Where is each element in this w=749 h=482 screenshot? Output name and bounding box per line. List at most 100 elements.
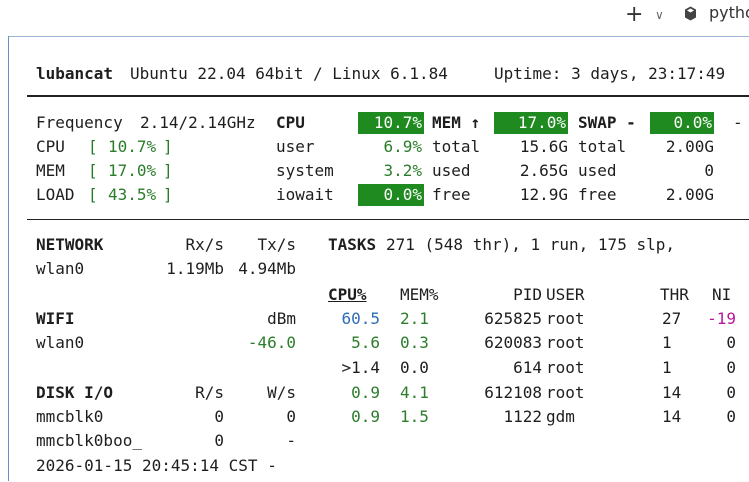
proc-pid: 612108	[484, 383, 542, 402]
ql-load-label: LOAD	[36, 185, 75, 204]
new-tab-button[interactable]: +	[625, 3, 643, 27]
mem-title: MEM ↑	[432, 113, 481, 132]
separator	[27, 95, 749, 97]
proc-ni: 0	[726, 407, 736, 426]
mem-used: 2.65G	[519, 161, 568, 180]
ql-mem-rbracket: ]	[163, 161, 173, 180]
swap-free-label: free	[578, 185, 617, 204]
swap-title: SWAP -	[578, 113, 636, 132]
ql-cpu-rbracket: ]	[163, 137, 173, 156]
ql-cpu-label: CPU	[36, 137, 65, 156]
tasks-summary: 271 (548 thr), 1 run, 175 slp,	[386, 235, 675, 254]
disk-read: 0	[214, 407, 224, 426]
col-header-mem[interactable]: MEM%	[400, 284, 439, 306]
swap-percent: 0.0%	[650, 112, 714, 134]
ql-load-rbracket: ]	[163, 185, 173, 204]
ql-mem-value: 17.0%	[108, 161, 157, 180]
proc-user: gdm	[546, 407, 575, 426]
mem-used-label: used	[432, 161, 471, 180]
python-icon	[685, 6, 696, 21]
swap-free: 2.00G	[665, 185, 714, 204]
col-header-ni[interactable]: NI	[712, 284, 731, 306]
cpu-user-label: user	[276, 137, 315, 156]
proc-mem: 0.0	[400, 358, 429, 377]
col-header-cpu[interactable]: CPU%	[328, 284, 367, 306]
swap-total: 2.00G	[665, 137, 714, 156]
disk-read: 0	[214, 431, 224, 450]
proc-thr: 14	[662, 383, 682, 402]
ql-mem-label: MEM	[36, 161, 65, 180]
mem-free-label: free	[432, 185, 471, 204]
wifi-signal: -46.0	[247, 333, 296, 352]
mem-total: 15.6G	[519, 137, 568, 156]
freq-label: Frequency	[36, 113, 123, 132]
ql-load-value: 43.5%	[108, 185, 157, 204]
col-header-user[interactable]: USER	[546, 284, 585, 306]
proc-thr: 14	[662, 407, 682, 426]
col-header-thr[interactable]: THR	[660, 284, 689, 306]
tab-dropdown-button[interactable]: ∨	[655, 8, 664, 22]
proc-thr: 27	[662, 309, 682, 328]
proc-pid: 1122	[503, 407, 542, 426]
proc-cpu: 60.5	[341, 309, 380, 328]
tab-bar: + ∨ pytho	[0, 0, 749, 36]
mem-total-label: total	[432, 137, 481, 156]
proc-user: root	[546, 333, 585, 352]
disk-name: mmcblk0	[36, 407, 104, 426]
ql-cpu-lbracket: [	[88, 137, 98, 156]
disk-r-header: R/s	[195, 383, 224, 402]
wifi-title: WIFI	[36, 309, 75, 328]
proc-user: root	[546, 309, 585, 328]
swap-used-label: used	[578, 161, 617, 180]
freq-value: 2.14/2.14GHz	[140, 113, 256, 132]
os-info: Ubuntu 22.04 64bit / Linux 6.1.84	[130, 64, 448, 83]
tasks-title: TASKS	[328, 235, 377, 254]
proc-ni: -19	[707, 309, 736, 328]
proc-cpu: 0.9	[351, 407, 380, 426]
swap-trailing: -	[733, 113, 743, 132]
proc-ni: 0	[726, 383, 736, 402]
proc-thr: 1	[662, 358, 672, 377]
network-rx-header: Rx/s	[185, 235, 224, 254]
disk-write: 0	[286, 407, 296, 426]
disk-name: mmcblk0boo_	[36, 431, 142, 450]
proc-mem: 1.5	[400, 407, 429, 426]
proc-ni: 0	[726, 333, 736, 352]
proc-cpu: >1.4	[341, 358, 380, 377]
ql-load-lbracket: [	[88, 185, 98, 204]
network-tx: 4.94Mb	[238, 259, 296, 278]
uptime: Uptime: 3 days, 23:17:49	[494, 64, 726, 83]
disk-title: DISK I/O	[36, 383, 114, 402]
network-rx: 1.19Mb	[166, 259, 224, 278]
proc-thr: 1	[662, 333, 672, 352]
separator	[27, 219, 749, 220]
tab-python[interactable]: pytho	[709, 3, 749, 22]
hostname: lubancat	[36, 64, 114, 83]
disk-w-header: W/s	[267, 383, 296, 402]
col-header-pid[interactable]: PID	[470, 284, 542, 306]
proc-pid: 625825	[484, 309, 542, 328]
network-tx-header: Tx/s	[257, 235, 296, 254]
cpu-user: 6.9%	[383, 137, 422, 156]
mem-percent: 17.0%	[494, 112, 568, 134]
swap-used: 0	[704, 161, 714, 180]
cpu-title: CPU	[276, 113, 305, 132]
footer-datetime: 2026-01-15 20:45:14 CST -	[36, 456, 277, 475]
cpu-iowait: 0.0%	[358, 184, 424, 206]
swap-total-label: total	[578, 137, 627, 156]
cpu-system: 3.2%	[383, 161, 422, 180]
cpu-system-label: system	[276, 161, 334, 180]
proc-mem: 0.3	[400, 333, 429, 352]
proc-pid: 614	[513, 358, 542, 377]
proc-user: root	[546, 383, 585, 402]
ql-cpu-value: 10.7%	[108, 137, 157, 156]
cpu-total: 10.7%	[358, 112, 424, 134]
wifi-iface: wlan0	[36, 333, 85, 352]
proc-pid: 620083	[484, 333, 542, 352]
network-iface: wlan0	[36, 259, 85, 278]
proc-mem: 2.1	[400, 309, 429, 328]
proc-mem: 4.1	[400, 383, 429, 402]
ql-mem-lbracket: [	[88, 161, 98, 180]
proc-ni: 0	[726, 358, 736, 377]
disk-write: -	[286, 431, 296, 450]
